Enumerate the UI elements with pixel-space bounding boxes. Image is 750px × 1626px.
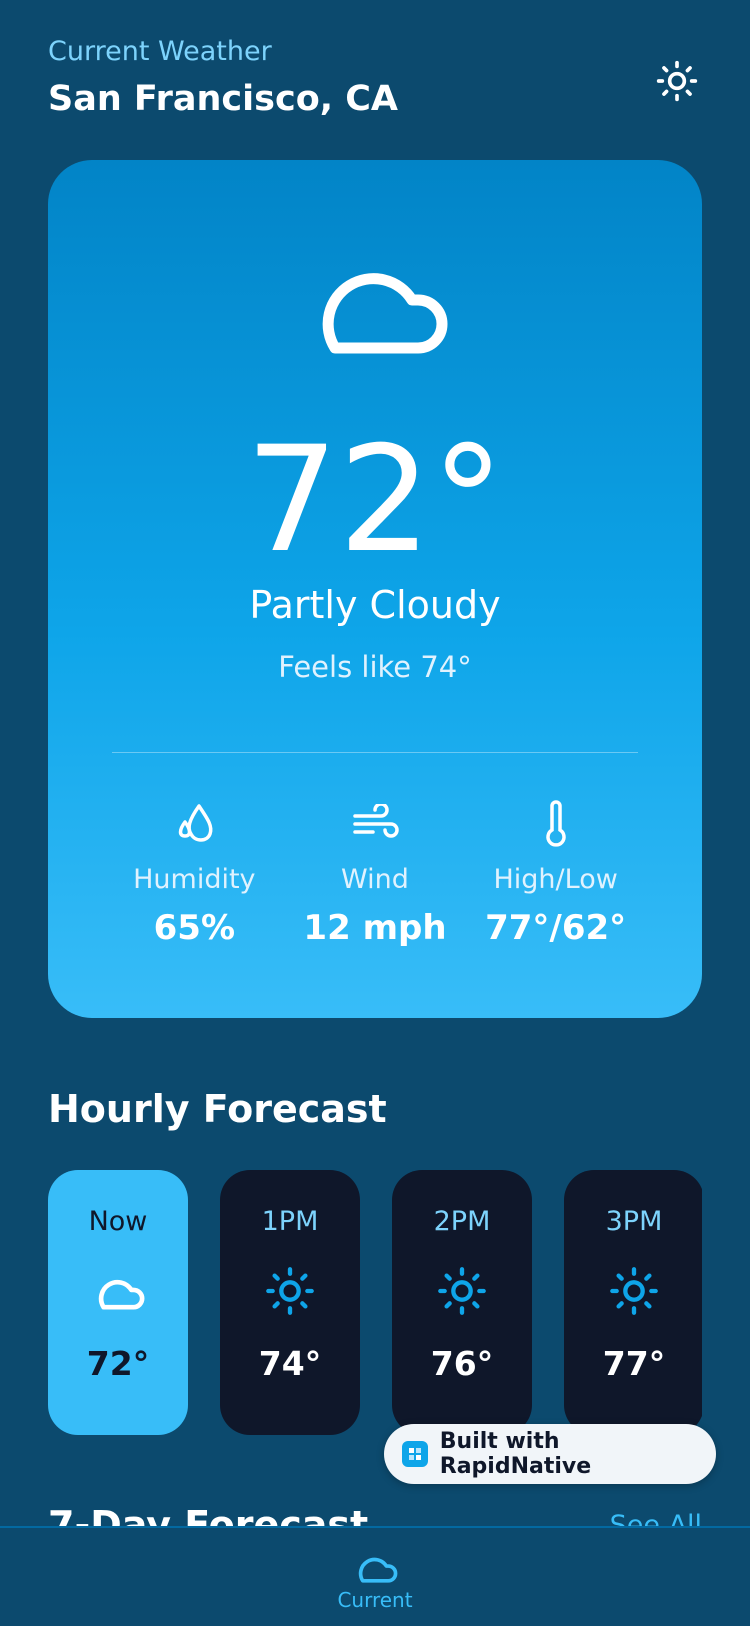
- hourly-temp: 74°: [258, 1344, 322, 1383]
- stat-high-low: High/Low 77°/62°: [466, 798, 646, 950]
- humidity-icon: [104, 798, 284, 850]
- header: Current Weather San Francisco, CA: [48, 34, 398, 124]
- stat-value: 65%: [153, 908, 236, 948]
- stat-wind: Wind 12 mph: [285, 798, 465, 950]
- hourly-item[interactable]: 3PM 77°: [564, 1170, 702, 1435]
- stat-humidity: Humidity 65%: [104, 798, 284, 950]
- hourly-temp: 72°: [86, 1344, 150, 1383]
- hourly-item[interactable]: 1PM 74°: [220, 1170, 360, 1435]
- hourly-time: 2PM: [433, 1206, 491, 1237]
- cloud-icon: [91, 1266, 145, 1316]
- weather-condition: Partly Cloudy: [249, 583, 501, 627]
- thermometer-icon: [466, 798, 646, 850]
- bottom-navigation: Current: [0, 1526, 750, 1626]
- rapidnative-badge[interactable]: Built with RapidNative: [384, 1424, 716, 1484]
- nav-item-current[interactable]: Current: [337, 1550, 413, 1626]
- current-weather-card: 72° Partly Cloudy Feels like 74° Humidit…: [48, 160, 702, 1018]
- stat-label: Humidity: [133, 864, 256, 895]
- sun-icon: [608, 1266, 660, 1316]
- header-subtitle: Current Weather: [48, 36, 272, 67]
- stat-value: 77°/62°: [485, 908, 627, 948]
- sun-icon: [436, 1266, 488, 1316]
- wind-icon: [285, 798, 465, 850]
- stat-value: 12 mph: [303, 908, 447, 948]
- divider: [112, 752, 638, 753]
- hourly-forecast-list[interactable]: Now 72° 1PM 74° 2PM 76° 3PM 77°: [48, 1170, 702, 1435]
- city-name: San Francisco, CA: [48, 79, 399, 119]
- stat-label: Wind: [341, 864, 409, 895]
- hourly-item[interactable]: 2PM 76°: [392, 1170, 532, 1435]
- hourly-forecast-title: Hourly Forecast: [48, 1087, 387, 1131]
- sun-icon: [656, 60, 698, 102]
- hourly-temp: 76°: [430, 1344, 494, 1383]
- current-temperature: 72°: [245, 415, 505, 585]
- cloud-icon: [322, 273, 448, 354]
- theme-toggle-button[interactable]: [652, 56, 702, 106]
- cloud-icon: [358, 1557, 398, 1583]
- hourly-time: 1PM: [261, 1206, 319, 1237]
- hourly-time: Now: [88, 1206, 148, 1237]
- nav-label: Current: [337, 1588, 413, 1612]
- hourly-item[interactable]: Now 72°: [48, 1170, 188, 1435]
- hourly-time: 3PM: [605, 1206, 663, 1237]
- feels-like: Feels like 74°: [278, 650, 472, 684]
- rapidnative-logo-icon: [402, 1441, 428, 1467]
- stat-label: High/Low: [493, 864, 618, 895]
- weather-stats: Humidity 65% Wind 12 mph High/Low 77°/62…: [104, 798, 646, 950]
- weather-condition-icon: [48, 248, 702, 358]
- sun-icon: [264, 1266, 316, 1316]
- hourly-temp: 77°: [602, 1344, 666, 1383]
- badge-text: Built with RapidNative: [439, 1429, 592, 1479]
